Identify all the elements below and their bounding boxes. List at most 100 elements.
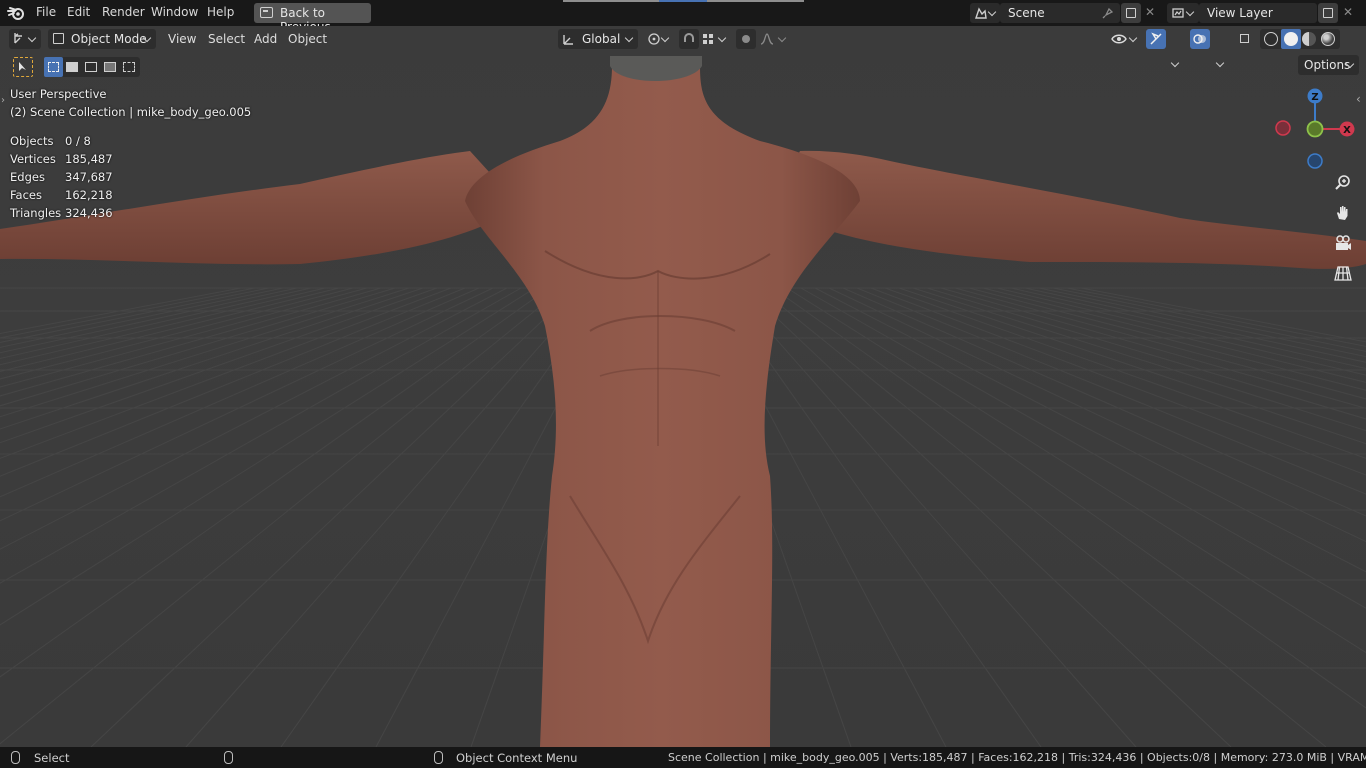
select-box-tool-icon[interactable] bbox=[13, 57, 33, 77]
mouse-middle-icon bbox=[224, 751, 233, 764]
stat-value: 324,436 bbox=[65, 206, 113, 220]
menu-add[interactable]: Add bbox=[254, 32, 277, 46]
invert-selection-icon[interactable] bbox=[104, 62, 116, 72]
options-label: Options bbox=[1304, 58, 1351, 72]
grid-perspective-icon bbox=[1334, 266, 1352, 281]
material-preview-icon[interactable] bbox=[1302, 32, 1316, 46]
status-info: Scene Collection | mike_body_geo.005 | V… bbox=[668, 751, 1366, 764]
overlays-toggle[interactable] bbox=[1190, 29, 1210, 49]
pan-button[interactable] bbox=[1333, 203, 1353, 223]
xray-icon bbox=[1240, 34, 1249, 43]
xray-toggle[interactable] bbox=[1236, 29, 1256, 49]
collection-info: (2) Scene Collection | mike_body_geo.005 bbox=[10, 105, 252, 119]
scene-name-field[interactable]: Scene bbox=[1000, 3, 1120, 23]
rendered-shading-icon[interactable] bbox=[1321, 32, 1335, 46]
stat-label: Triangles bbox=[10, 206, 62, 220]
close-icon[interactable]: ✕ bbox=[1145, 5, 1155, 19]
camera-icon bbox=[1336, 235, 1351, 250]
shading-mode-group bbox=[1260, 29, 1340, 49]
stat-row-objects: Objects 0 / 8 bbox=[10, 132, 140, 150]
active-workspace-indicator bbox=[659, 0, 707, 2]
snap-toggle[interactable] bbox=[679, 29, 699, 49]
status-bar: Select Object Context Menu Scene Collect… bbox=[0, 747, 1366, 768]
options-dropdown[interactable]: Options bbox=[1298, 55, 1359, 75]
gizmo-toggle[interactable] bbox=[1146, 29, 1166, 49]
navigation-gizmo[interactable]: Z X bbox=[1266, 84, 1362, 174]
view-layer-type-dropdown[interactable] bbox=[1167, 3, 1199, 23]
editor-type-dropdown[interactable] bbox=[9, 29, 41, 49]
mouse-left-icon bbox=[11, 751, 20, 764]
top-menu-bar: File Edit Render Window Help Back to Pre… bbox=[0, 0, 1366, 34]
stat-row-faces: Faces 162,218 bbox=[10, 186, 140, 204]
selection-mode-group bbox=[44, 57, 140, 77]
3d-view-icon bbox=[14, 33, 22, 44]
cursor-arrow-icon bbox=[19, 62, 26, 71]
new-scene-button[interactable] bbox=[1121, 3, 1141, 23]
stat-label: Faces bbox=[10, 188, 42, 202]
extend-selection-icon[interactable] bbox=[66, 62, 78, 72]
y-axis-icon[interactable] bbox=[1306, 120, 1324, 138]
scene-icon bbox=[975, 7, 987, 19]
pivot-icon bbox=[648, 33, 660, 45]
transform-orientation-dropdown[interactable]: Global bbox=[558, 29, 638, 49]
status-right-action: Object Context Menu bbox=[456, 751, 578, 765]
view-layer-field[interactable]: View Layer bbox=[1199, 3, 1317, 23]
menu-edit[interactable]: Edit bbox=[67, 5, 90, 19]
orientation-global-icon bbox=[563, 35, 573, 45]
menu-window[interactable]: Window bbox=[151, 5, 198, 19]
negative-x-axis-icon[interactable] bbox=[1275, 120, 1291, 136]
set-new-selection-button[interactable] bbox=[44, 57, 63, 77]
stat-value: 0 / 8 bbox=[65, 134, 91, 148]
scene-statistics: Objects 0 / 8 Vertices 185,487 Edges 347,68… bbox=[10, 132, 140, 222]
chevron-down-icon bbox=[1185, 7, 1195, 17]
orientation-label: Global bbox=[582, 32, 621, 46]
zoom-button[interactable] bbox=[1333, 173, 1353, 193]
stat-row-edges: Edges 347,687 bbox=[10, 168, 140, 186]
menu-help[interactable]: Help bbox=[207, 5, 234, 19]
mode-dropdown[interactable]: Object Mode bbox=[48, 29, 156, 49]
menu-render[interactable]: Render bbox=[102, 5, 145, 19]
solid-shading-button[interactable] bbox=[1281, 29, 1301, 49]
chevron-down-icon bbox=[987, 7, 997, 17]
eye-icon bbox=[1111, 34, 1127, 44]
mode-label: Object Mode bbox=[71, 32, 147, 46]
view-name: User Perspective bbox=[10, 87, 107, 101]
new-view-layer-button[interactable] bbox=[1318, 3, 1338, 23]
wireframe-shading-icon[interactable] bbox=[1264, 32, 1278, 46]
orthographic-toggle-button[interactable] bbox=[1333, 263, 1353, 283]
intersect-selection-icon[interactable] bbox=[123, 62, 135, 72]
falloff-curve-icon bbox=[760, 33, 774, 45]
workspace-tab-strip[interactable] bbox=[563, 0, 804, 2]
falloff-dropdown[interactable] bbox=[758, 29, 788, 49]
menu-file[interactable]: File bbox=[36, 5, 56, 19]
stat-value: 185,487 bbox=[65, 152, 113, 166]
stat-label: Vertices bbox=[10, 152, 56, 166]
visibility-dropdown[interactable] bbox=[1110, 29, 1140, 49]
z-axis-label: Z bbox=[1311, 92, 1318, 103]
proportional-editing-toggle[interactable] bbox=[736, 29, 756, 49]
mouse-right-icon bbox=[434, 751, 443, 764]
stat-label: Edges bbox=[10, 170, 45, 184]
3d-viewport[interactable]: Object Mode View Select Add Object Globa… bbox=[0, 26, 1366, 747]
negative-z-axis-icon[interactable] bbox=[1307, 153, 1323, 169]
solid-shading-icon bbox=[1284, 32, 1298, 46]
subtract-selection-icon[interactable] bbox=[85, 62, 97, 72]
menu-object[interactable]: Object bbox=[288, 32, 327, 46]
chevron-down-icon bbox=[27, 33, 37, 43]
snap-target-dropdown[interactable] bbox=[700, 29, 730, 49]
character-body-mesh[interactable] bbox=[0, 56, 1366, 747]
camera-view-button[interactable] bbox=[1333, 233, 1353, 253]
toolbar-expand-icon[interactable]: › bbox=[1, 95, 5, 106]
render-layers-icon bbox=[1172, 8, 1184, 18]
fullscreen-exit-icon bbox=[260, 7, 273, 18]
stat-value: 162,218 bbox=[65, 188, 113, 202]
blender-logo-icon[interactable] bbox=[7, 5, 25, 21]
menu-select[interactable]: Select bbox=[208, 32, 245, 46]
menu-view[interactable]: View bbox=[168, 32, 196, 46]
scene-type-dropdown[interactable] bbox=[970, 3, 1000, 23]
chevron-down-icon bbox=[624, 33, 634, 43]
close-icon[interactable]: ✕ bbox=[1343, 5, 1353, 19]
back-to-previous-button[interactable]: Back to Previous bbox=[254, 3, 371, 34]
pin-icon[interactable] bbox=[1101, 6, 1115, 20]
pivot-point-dropdown[interactable] bbox=[645, 29, 673, 49]
